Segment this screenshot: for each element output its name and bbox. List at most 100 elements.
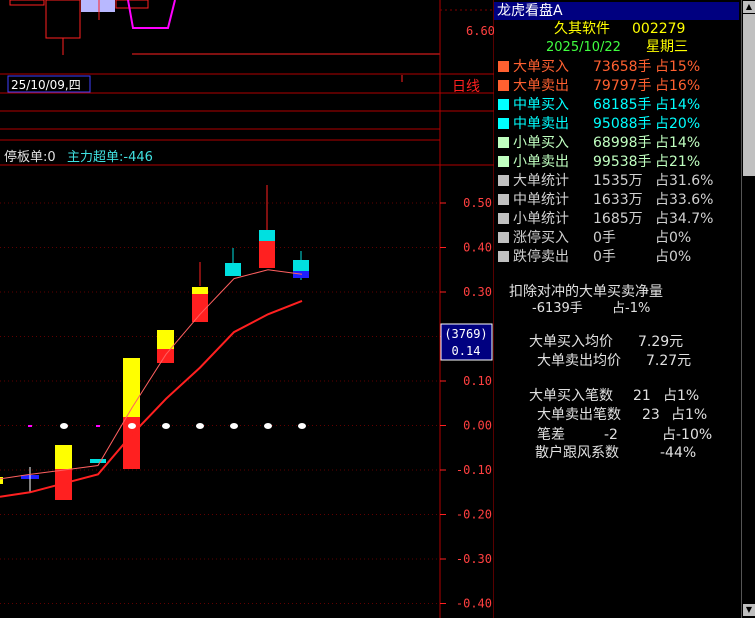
sell-count-label: 大单卖出笔数 — [537, 407, 621, 423]
zero-dot — [162, 423, 170, 429]
sell-avg-value: 7.27元 — [646, 353, 692, 369]
row-swatch — [498, 118, 509, 129]
panel-title[interactable]: 龙虎看盘A — [494, 2, 739, 20]
row-value: 0手 — [593, 230, 616, 246]
sell-count-pct: 占1% — [671, 407, 708, 423]
indicator-label-limit: 停板单:0 — [4, 149, 56, 165]
indicator-chart[interactable]: 6.60 25/10/09,四 日线 停板单:0 主力超单:-446 0.50 0… — [0, 0, 494, 618]
kline-candle — [45, 0, 81, 39]
stock-code: 002279 — [632, 21, 686, 37]
row-label: 中单买入 — [513, 97, 569, 113]
zero-dot — [196, 423, 204, 429]
buy-count-value: 21 — [633, 388, 651, 404]
zero-tick — [96, 425, 100, 427]
ma-line-series — [0, 299, 303, 498]
kline-strip — [9, 0, 440, 55]
zero-dot — [60, 423, 68, 429]
net-value: -6139手 — [532, 301, 583, 316]
price-top-label: 6.60 — [466, 24, 494, 38]
y-tick-label: 0.40 — [463, 241, 492, 255]
row-swatch — [498, 156, 509, 167]
buy-avg-value: 7.29元 — [638, 334, 684, 350]
row-swatch — [498, 232, 509, 243]
row-value: 68998手 — [593, 135, 652, 151]
bar — [90, 459, 106, 463]
period-label[interactable]: 日线 — [452, 79, 480, 95]
scroll-thumb[interactable] — [743, 14, 755, 176]
buy-avg-label: 大单买入均价 — [529, 334, 613, 350]
row-value: 95088手 — [593, 116, 652, 132]
row-swatch — [498, 194, 509, 205]
date-label: 25/10/09,四 — [11, 78, 81, 92]
kline-candle — [115, 0, 149, 9]
y-gridlines — [0, 202, 440, 604]
stock-name: 久其软件 — [554, 21, 610, 37]
kline-candle — [9, 0, 45, 6]
row-pct: 占15% — [655, 59, 701, 75]
row-pct: 占14% — [655, 97, 701, 113]
grid — [0, 0, 494, 618]
stat-row: 大单卖出 79797手 占16% — [498, 77, 738, 95]
row-pct: 占16% — [655, 78, 701, 94]
net-pct: 占-1% — [612, 301, 651, 316]
bar — [259, 230, 275, 241]
retail-label: 散户跟风系数 — [535, 445, 619, 461]
row-value: 0手 — [593, 249, 616, 265]
stat-row: 大单统计 1535万 占31.6% — [498, 172, 738, 190]
row-value: 1633万 — [593, 192, 643, 208]
row-label: 中单卖出 — [513, 116, 569, 132]
stat-row: 跌停卖出 0手 占0% — [498, 248, 738, 266]
indicator-bars — [0, 185, 309, 500]
row-label: 大单买入 — [513, 59, 569, 75]
panel-scrollbar[interactable]: ▲ ▼ — [741, 0, 755, 618]
row-label: 跌停卖出 — [513, 249, 569, 265]
row-label: 涨停买入 — [513, 230, 569, 246]
row-label: 大单卖出 — [513, 78, 569, 94]
y-tick-label: -0.20 — [456, 508, 492, 522]
row-swatch — [498, 99, 509, 110]
y-tick-label: -0.30 — [456, 552, 492, 566]
diff-label: 笔差 — [537, 427, 565, 443]
row-swatch — [498, 251, 509, 262]
stat-row: 小单统计 1685万 占34.7% — [498, 210, 738, 228]
panel-date: 2025/10/22 — [546, 40, 621, 55]
thin-line-series — [0, 269, 303, 480]
stat-row: 大单买入 73658手 占15% — [498, 58, 738, 76]
bar — [259, 241, 275, 268]
bar — [293, 260, 309, 271]
row-swatch — [498, 213, 509, 224]
sell-count-value: 23 — [642, 407, 660, 423]
y-tick-label: -0.40 — [456, 597, 492, 611]
row-value: 73658手 — [593, 59, 652, 75]
indicator-label-main: 主力超单:-446 — [67, 150, 153, 165]
row-label: 中单统计 — [513, 192, 569, 208]
cursor-value-top: (3769) — [444, 327, 487, 341]
row-pct: 占34.7% — [655, 211, 714, 227]
zero-markers — [28, 423, 306, 429]
cursor-value-bottom: 0.14 — [452, 344, 481, 358]
y-axis: 0.500.400.300.200.100.00-0.10-0.20-0.30-… — [440, 196, 492, 611]
scroll-down-icon[interactable]: ▼ — [743, 604, 755, 616]
y-tick-label: 0.10 — [463, 374, 492, 388]
scroll-up-icon[interactable]: ▲ — [743, 1, 755, 13]
row-pct: 占21% — [655, 154, 701, 170]
kline-candle — [81, 0, 115, 12]
row-pct: 占33.6% — [655, 192, 714, 208]
stat-row: 中单统计 1633万 占33.6% — [498, 191, 738, 209]
bar — [55, 445, 72, 469]
panel-weekday: 星期三 — [646, 39, 688, 55]
y-tick-label: 0.50 — [463, 196, 492, 210]
bar — [225, 263, 241, 276]
zero-dot — [264, 423, 272, 429]
row-pct: 占0% — [655, 249, 692, 265]
row-label: 小单卖出 — [513, 154, 569, 170]
row-pct: 占14% — [655, 135, 701, 151]
stat-row: 中单买入 68185手 占14% — [498, 96, 738, 114]
stat-row: 中单卖出 95088手 占20% — [498, 115, 738, 133]
diff-pct: 占-10% — [662, 427, 713, 443]
row-value: 1535万 — [593, 173, 643, 189]
net-title: 扣除对冲的大单买卖净量 — [509, 284, 663, 300]
zero-dot — [298, 423, 306, 429]
y-tick-label: -0.10 — [456, 463, 492, 477]
stat-row: 涨停买入 0手 占0% — [498, 229, 738, 247]
